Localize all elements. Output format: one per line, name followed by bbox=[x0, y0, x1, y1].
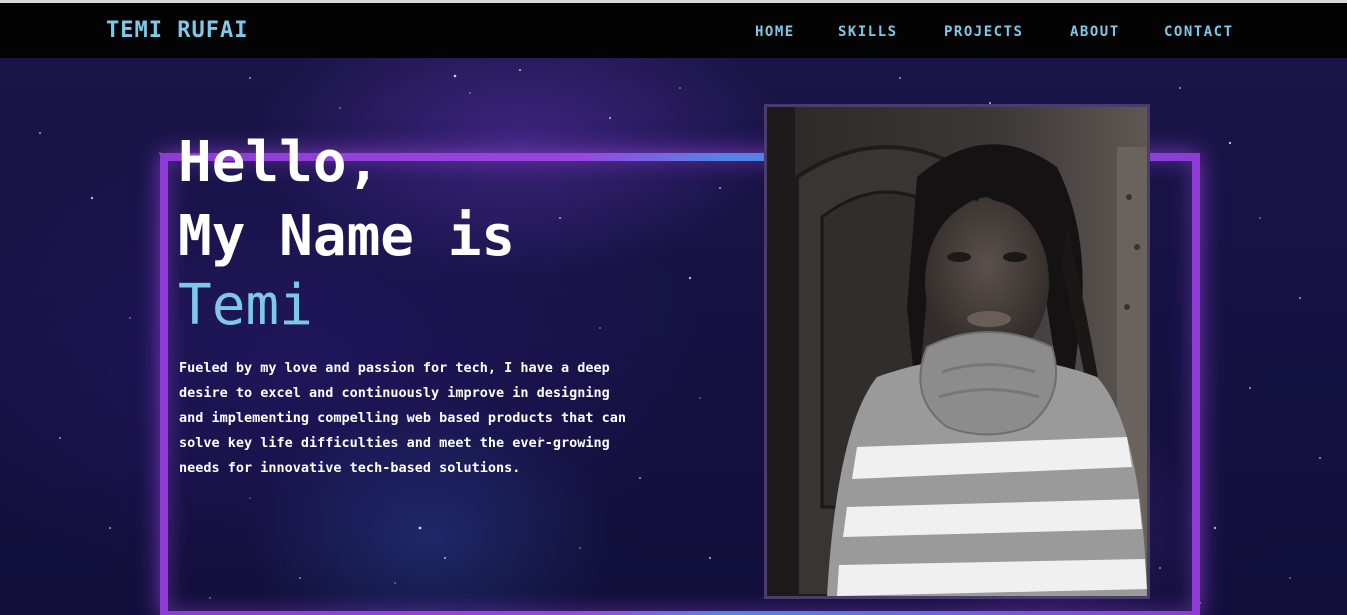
nav-link-projects[interactable]: PROJECTS bbox=[944, 23, 1023, 41]
nav-links: HOME SKILLS PROJECTS ABOUT CONTACT bbox=[0, 23, 1347, 43]
greeting-line-1: Hello, bbox=[178, 130, 381, 195]
hero-greeting: Hello, My Name is bbox=[178, 126, 515, 274]
profile-photo-image bbox=[767, 107, 1147, 596]
nav-link-home[interactable]: HOME bbox=[755, 23, 795, 41]
profile-photo bbox=[764, 104, 1150, 599]
navbar: TEMI RUFAI HOME SKILLS PROJECTS ABOUT CO… bbox=[0, 3, 1347, 58]
nav-link-contact[interactable]: CONTACT bbox=[1164, 23, 1234, 41]
nav-link-skills[interactable]: SKILLS bbox=[838, 23, 898, 41]
hero-bio: Fueled by my love and passion for tech, … bbox=[179, 360, 627, 476]
portfolio-page: TEMI RUFAI HOME SKILLS PROJECTS ABOUT CO… bbox=[0, 0, 1347, 615]
hero-section: Hello, My Name is Temi Fueled by my love… bbox=[0, 58, 1347, 615]
greeting-line-2: My Name is bbox=[178, 204, 516, 269]
nav-link-about[interactable]: ABOUT bbox=[1070, 23, 1120, 41]
hero-name: Temi bbox=[178, 273, 313, 338]
